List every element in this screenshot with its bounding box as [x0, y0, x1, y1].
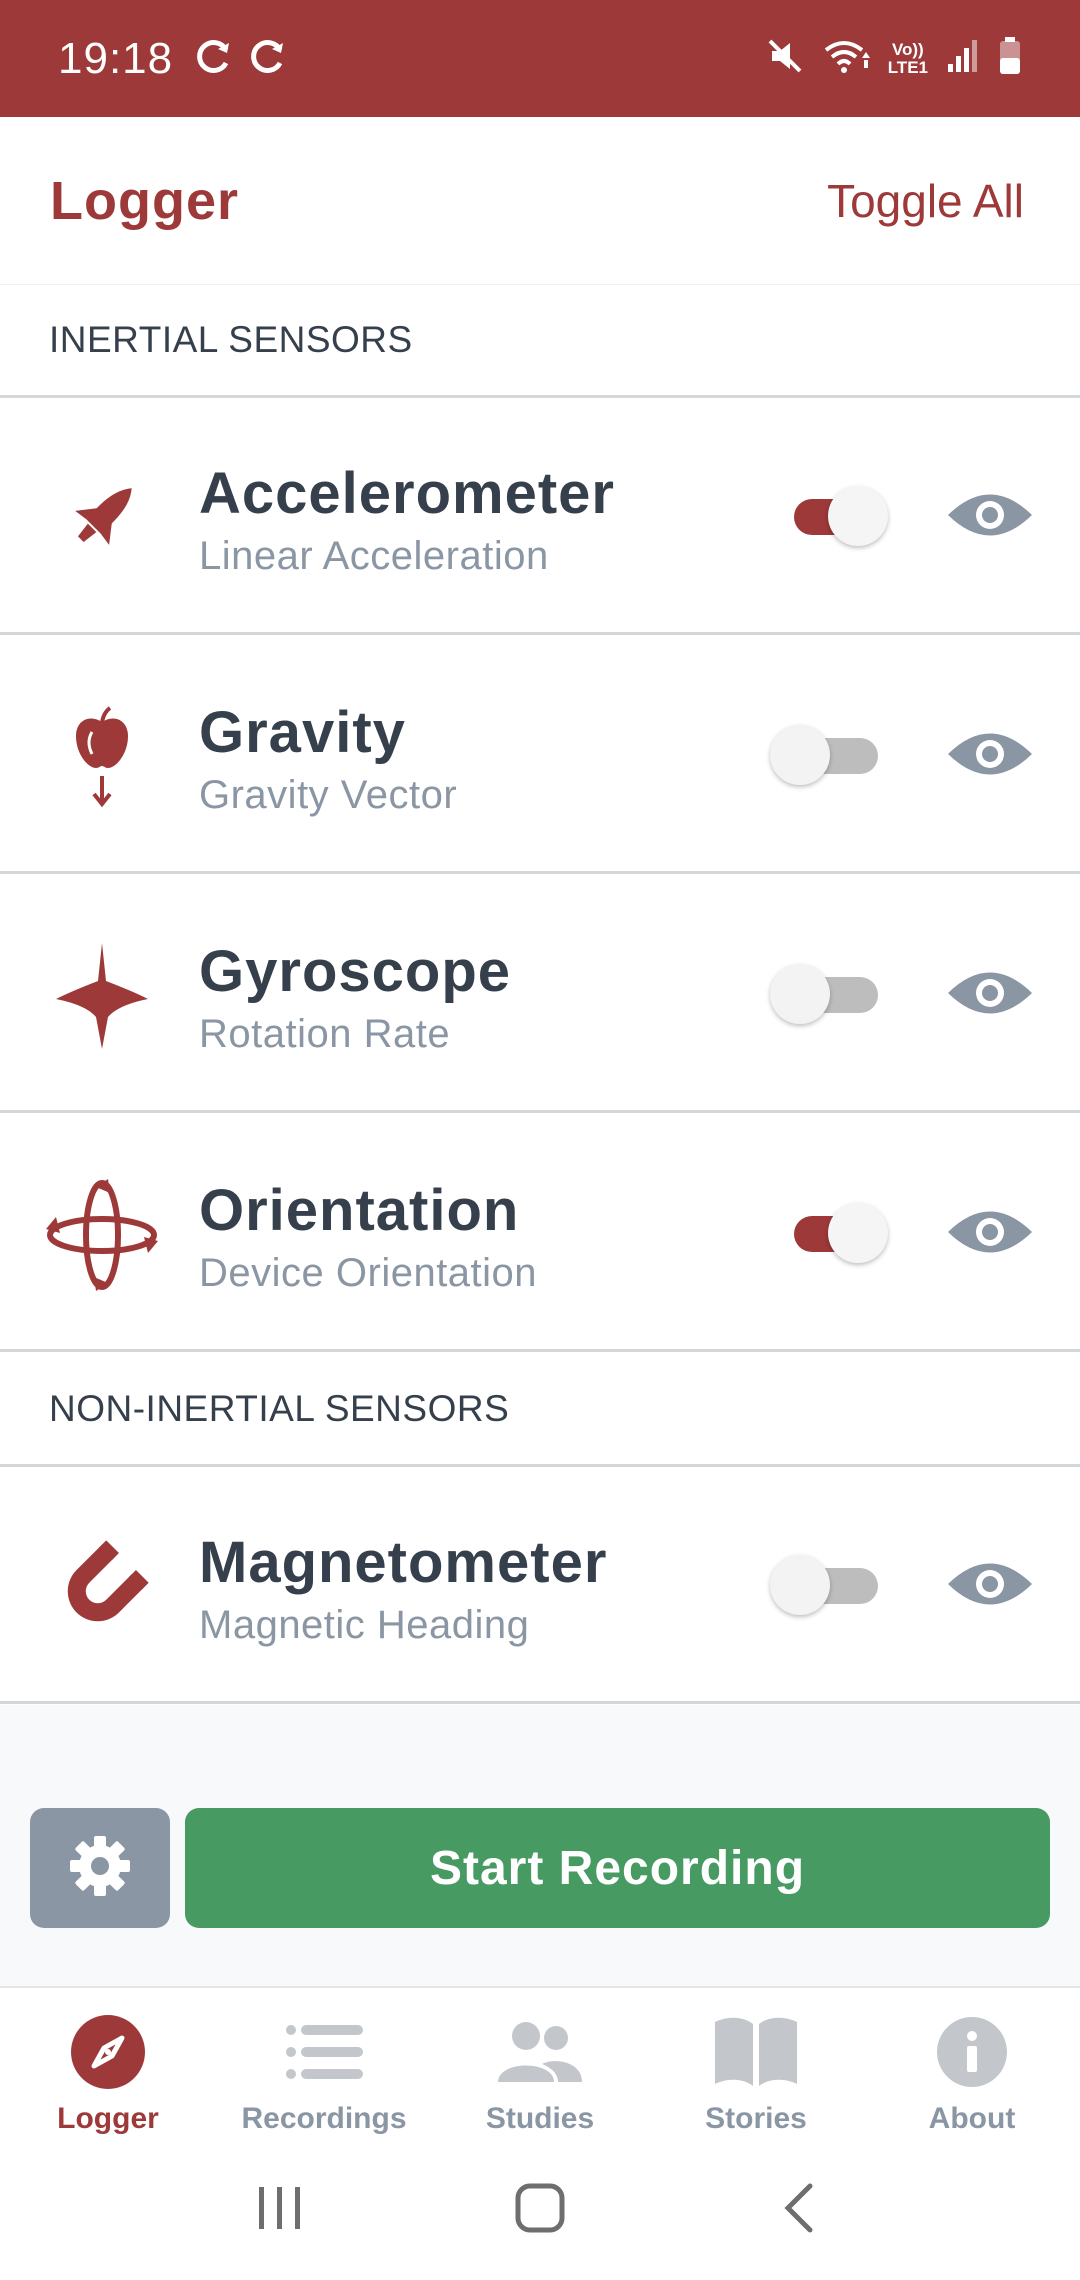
nav-item-studies[interactable]: Studies: [432, 1990, 648, 2140]
wifi-icon: [822, 36, 870, 81]
action-bar: Start Recording: [0, 1705, 1080, 1988]
page-title: Logger: [50, 170, 239, 231]
sync-icon: [247, 36, 287, 81]
sensor-row-accelerometer: Accelerometer Linear Acceleration: [0, 398, 1080, 635]
lte-indicator: Vo)) LTE1: [887, 39, 928, 77]
sensor-row-orientation: Orientation Device Orientation: [0, 1115, 1080, 1352]
status-time: 19:18: [58, 33, 174, 83]
mute-icon: [766, 37, 804, 80]
lte-label-bottom: LTE1: [887, 57, 928, 77]
lte-label-top: Vo)): [891, 39, 924, 59]
sensor-subtitle: Linear Acceleration: [199, 534, 549, 578]
compass-icon: [70, 2012, 146, 2092]
nav-label: Recordings: [241, 2102, 407, 2135]
magnet-icon: [40, 1525, 164, 1649]
nav-label: Stories: [705, 2102, 807, 2135]
gravity-toggle[interactable]: [770, 725, 900, 785]
info-icon: [936, 2012, 1008, 2092]
bottom-nav: Logger Recordings Studies Stories About: [0, 1990, 1080, 2140]
toggle-knob: [828, 486, 888, 546]
logger-screen: 19:18 Vo)) LTE1 Logger Toggle All INERTI…: [0, 0, 1080, 2280]
orientation-toggle[interactable]: [770, 1203, 900, 1263]
nav-label: Logger: [57, 2102, 159, 2135]
magnetometer-toggle[interactable]: [770, 1555, 900, 1615]
nav-label: About: [928, 2102, 1016, 2135]
system-nav-bar: [0, 2140, 1080, 2280]
orientation-icon: [40, 1173, 164, 1297]
eye-icon[interactable]: [945, 1199, 1035, 1265]
sensor-subtitle: Gravity Vector: [199, 773, 458, 817]
accelerometer-toggle[interactable]: [770, 486, 900, 546]
battery-icon: [998, 36, 1022, 81]
status-icons: Vo)) LTE1: [766, 0, 1022, 117]
toggle-knob: [828, 1203, 888, 1263]
nav-item-logger[interactable]: Logger: [0, 1990, 216, 2140]
toggle-knob: [770, 725, 830, 785]
section-header-inertial: INERTIAL SENSORS: [0, 285, 1080, 398]
toggle-all-button[interactable]: Toggle All: [827, 174, 1024, 228]
sensor-row-magnetometer: Magnetometer Magnetic Heading: [0, 1467, 1080, 1704]
sensor-name: Magnetometer: [199, 1530, 608, 1595]
back-button[interactable]: [750, 2170, 850, 2250]
signal-icon: [946, 38, 980, 79]
sensor-subtitle: Device Orientation: [199, 1251, 538, 1295]
section-header-non-inertial: NON-INERTIAL SENSORS: [0, 1354, 1080, 1467]
eye-icon[interactable]: [945, 960, 1035, 1026]
spinning-top-icon: [40, 934, 164, 1058]
nav-item-stories[interactable]: Stories: [648, 1990, 864, 2140]
sensor-subtitle: Magnetic Heading: [199, 1603, 530, 1647]
nav-item-recordings[interactable]: Recordings: [216, 1990, 432, 2140]
apple-icon: [40, 695, 164, 819]
sensor-row-gravity: Gravity Gravity Vector: [0, 637, 1080, 874]
gear-icon: [67, 1833, 133, 1904]
sync-icon: [193, 36, 233, 81]
eye-icon[interactable]: [945, 1551, 1035, 1617]
recent-apps-icon: [255, 2183, 305, 2238]
back-icon: [780, 2182, 820, 2239]
recent-apps-button[interactable]: [230, 2170, 330, 2250]
app-header: Logger Toggle All: [0, 117, 1080, 285]
gyroscope-toggle[interactable]: [770, 964, 900, 1024]
settings-button[interactable]: [30, 1808, 170, 1928]
home-button[interactable]: [490, 2170, 590, 2250]
toggle-knob: [770, 1555, 830, 1615]
eye-icon[interactable]: [945, 482, 1035, 548]
home-icon: [514, 2182, 566, 2239]
sensor-subtitle: Rotation Rate: [199, 1012, 451, 1056]
list-icon: [285, 2012, 363, 2092]
sensor-name: Orientation: [199, 1178, 520, 1243]
sensor-name: Accelerometer: [199, 461, 615, 526]
sensor-row-gyroscope: Gyroscope Rotation Rate: [0, 876, 1080, 1113]
sensor-name: Gyroscope: [199, 939, 511, 1004]
toggle-knob: [770, 964, 830, 1024]
nav-item-about[interactable]: About: [864, 1990, 1080, 2140]
start-recording-button[interactable]: Start Recording: [185, 1808, 1050, 1928]
book-icon: [713, 2012, 799, 2092]
eye-icon[interactable]: [945, 721, 1035, 787]
sensor-name: Gravity: [199, 700, 406, 765]
users-icon: [496, 2012, 584, 2092]
status-bar: 19:18 Vo)) LTE1: [0, 0, 1080, 117]
nav-label: Studies: [485, 2102, 595, 2135]
rocket-icon: [40, 456, 164, 580]
